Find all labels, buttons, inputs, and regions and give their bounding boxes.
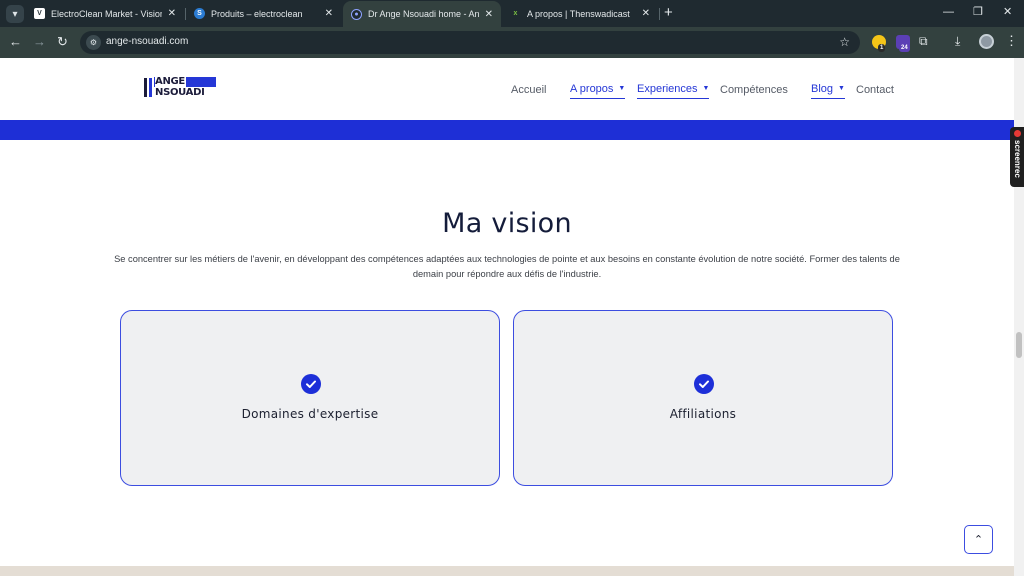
check-circle-icon [301, 374, 321, 394]
caret-down-icon: ▼ [618, 85, 626, 92]
electroclean-favicon-icon: V [34, 8, 45, 19]
caret-down-icon: ▼ [702, 85, 710, 92]
minimize-icon[interactable]: — [943, 5, 954, 19]
downloads-icon[interactable]: ⤓ [955, 34, 960, 48]
site-logo[interactable]: ANGE NSOUADI [144, 76, 218, 99]
card-domaines-expertise[interactable]: Domaines d'expertise [120, 310, 500, 486]
chevron-up-icon: ⌃ [973, 534, 984, 546]
browser-toolbar: ← → ↻ ⚙ ange-nsouadi.com ☆ 1 24 ⧉ ⤓ ⋮ [0, 27, 1024, 58]
screenrec-widget[interactable]: screenrec [1010, 127, 1024, 187]
tab-separator [659, 8, 660, 20]
address-bar[interactable]: ⚙ ange-nsouadi.com ☆ [80, 31, 860, 54]
web-page: ANGE NSOUADI Accueil A propos ▼ Experien… [0, 58, 1014, 576]
nav-contact[interactable]: Contact [856, 82, 894, 98]
tab-search-button[interactable]: ▾ [6, 5, 24, 23]
ange-favicon-icon: ● [351, 8, 362, 20]
tab-title: Produits – electroclean [211, 8, 303, 19]
caret-down-icon: ▼ [838, 85, 845, 92]
next-section-preview [0, 566, 1014, 576]
url-text[interactable]: ange-nsouadi.com [106, 36, 188, 47]
card-label: Affiliations [669, 407, 737, 421]
tab-title: ElectroClean Market - Vision Ma [51, 8, 162, 19]
record-dot-icon [1014, 130, 1021, 137]
close-window-icon[interactable]: ✕ [1003, 5, 1012, 19]
nav-competences[interactable]: Compétences [720, 82, 788, 98]
card-label: Domaines d'expertise [241, 407, 379, 421]
logo-text-line1: ANGE [155, 76, 186, 87]
nav-label: Compétences [720, 84, 788, 96]
close-tab-icon[interactable]: ✕ [168, 8, 176, 19]
close-tab-icon[interactable]: ✕ [325, 8, 333, 19]
tab-electroclean-market[interactable]: V ElectroClean Market - Vision Ma ✕ [26, 0, 184, 27]
nav-accueil[interactable]: Accueil [511, 82, 546, 98]
nav-label: Accueil [511, 84, 547, 96]
reload-icon[interactable]: ↻ [57, 35, 68, 49]
nav-label: A propos [570, 82, 614, 95]
restore-icon[interactable]: ❐ [973, 5, 983, 19]
nav-blog[interactable]: Blog ▼ [811, 81, 845, 99]
scrollbar-thumb[interactable] [1016, 332, 1022, 358]
screenrec-label: screenrec [1013, 140, 1022, 178]
bookmark-star-icon[interactable]: ☆ [839, 35, 850, 49]
extensions-puzzle-icon[interactable]: ⧉ [919, 34, 928, 48]
tab-title: Dr Ange Nsouadi home - Ange [368, 9, 479, 19]
logo-text-line2: NSOUADI [155, 87, 205, 98]
close-tab-icon[interactable]: ✕ [485, 9, 493, 20]
extension-badge: 24 [899, 44, 910, 52]
site-header: ANGE NSOUADI Accueil A propos ▼ Experien… [0, 58, 1014, 120]
nav-a-propos[interactable]: A propos ▼ [570, 81, 626, 99]
nav-label: Contact [856, 84, 894, 96]
check-circle-icon [694, 374, 714, 394]
tab-strip: ▾ V ElectroClean Market - Vision Ma ✕ S … [0, 0, 1024, 27]
tab-thenswadicast[interactable]: x A propos | Thenswadicast ✕ [502, 0, 658, 27]
wordpress-favicon-icon: S [194, 8, 205, 19]
site-info-icon[interactable]: ⚙ [86, 35, 101, 50]
menu-kebab-icon[interactable]: ⋮ [1005, 34, 1018, 48]
logo-bar [144, 78, 147, 97]
tab-produits-electroclean[interactable]: S Produits – electroclean ✕ [186, 0, 341, 27]
nav-label: Experiences [637, 82, 698, 95]
nav-label: Blog [811, 82, 834, 95]
tab-ange-nsouadi-home[interactable]: ● Dr Ange Nsouadi home - Ange ✕ [343, 1, 501, 27]
close-tab-icon[interactable]: ✕ [642, 8, 650, 19]
tab-title: A propos | Thenswadicast [527, 8, 630, 19]
profile-avatar[interactable] [979, 34, 994, 49]
forward-icon[interactable]: → [33, 35, 46, 49]
new-tab-icon[interactable]: + [664, 5, 673, 21]
hero-bottom-band [0, 120, 1014, 140]
vision-description: Se concentrer sur les métiers de l'aveni… [114, 254, 900, 279]
logo-bar [149, 78, 152, 97]
card-affiliations[interactable]: Affiliations [513, 310, 893, 486]
back-to-top-button[interactable]: ⌃ [964, 525, 993, 554]
extension-badge: 1 [878, 44, 886, 52]
nav-experiences[interactable]: Experiences ▼ [637, 81, 710, 99]
thenswadicast-favicon-icon: x [513, 10, 518, 17]
back-icon[interactable]: ← [9, 35, 22, 49]
section-title: Ma vision [442, 208, 572, 239]
